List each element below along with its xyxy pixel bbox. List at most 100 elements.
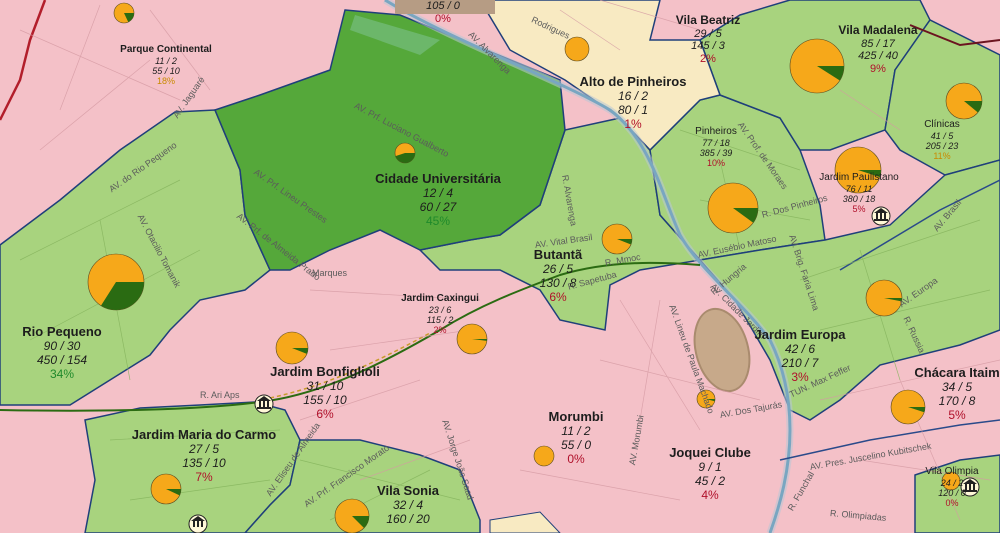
district-name: Jardim Bonfiglioli [270, 364, 380, 379]
pie-chart-jardim-bonfiglioli[interactable] [275, 331, 309, 365]
district-name: Chácara Itaim [914, 365, 1000, 380]
district-percent: 34% [49, 366, 75, 381]
district-name: Morumbi [548, 409, 604, 424]
district-value-1: 42 / 6 [784, 341, 816, 356]
district-label[interactable]: Cidade Universitária 12 / 4 60 / 27 45% [375, 171, 501, 228]
street-label: R. Ari Aps [200, 390, 240, 400]
district-name: Jardim Europa [754, 327, 846, 342]
district-label[interactable]: Butantã 26 / 5 130 / 8 6% [533, 247, 583, 304]
district-label[interactable]: 105 / 0 0% [426, 0, 460, 25]
district-name: Alto de Pinheiros [579, 74, 687, 89]
district-value-1: 77 / 18 [702, 137, 730, 148]
district-label[interactable]: Jardim Caxingui 23 / 6 115 / 2 2% [401, 293, 479, 336]
district-percent: 9% [870, 63, 886, 76]
district-label[interactable]: Vila Sonia 32 / 4 160 / 20 [377, 483, 439, 527]
district-value-1: 11 / 2 [561, 423, 591, 438]
district-name: Vila Madalena [838, 23, 918, 37]
district-label[interactable]: Pinheiros 77 / 18 385 / 39 10% [695, 126, 737, 169]
pie-chart-butanta[interactable] [601, 223, 633, 255]
district-label[interactable]: Vila Beatriz 29 / 5 145 / 3 2% [676, 13, 740, 66]
district-name: Clínicas [924, 119, 960, 130]
district-value-1: 11 / 2 [155, 55, 177, 66]
district-value-2: 80 / 1 [617, 102, 649, 117]
district-value-2: 55 / 10 [152, 65, 180, 76]
pie-chart-vila-madalena[interactable] [789, 38, 845, 94]
district-label[interactable]: Parque Continental 11 / 2 55 / 10 18% [120, 44, 212, 87]
district-label[interactable]: Vila Madalena 85 / 17 425 / 40 9% [838, 23, 918, 76]
district-percent: 2% [700, 53, 716, 66]
district-percent: 0% [435, 12, 451, 25]
district-label[interactable]: Morumbi 11 / 2 55 / 0 0% [548, 409, 604, 466]
district-percent: 0% [945, 498, 959, 509]
district-label[interactable]: Vila Olimpia 24 / 2 120 / 0 0% [925, 466, 978, 509]
district-value-1: 41 / 5 [930, 130, 954, 141]
district-value-2: 450 / 154 [36, 352, 88, 367]
pie-chart-pinheiros[interactable] [707, 182, 759, 234]
district-value-1: 90 / 30 [43, 338, 81, 353]
district-label[interactable]: Clínicas 41 / 5 205 / 23 11% [924, 119, 960, 162]
district-value-2: 120 / 0 [938, 487, 966, 498]
city-boundary [0, 0, 47, 121]
district-value-1: 32 / 4 [392, 497, 424, 512]
map-canvas[interactable]: AV. Jaguaré AV. Alvarenga Rodrigues AV. … [0, 0, 1000, 533]
district-name: Parque Continental [120, 44, 212, 55]
pie-chart-cidade-universitaria[interactable] [394, 142, 416, 164]
district-name: Jardim Caxingui [401, 293, 479, 304]
district-label[interactable]: Jardim Bonfiglioli 31 / 10 155 / 10 6% [270, 364, 380, 421]
district-value-1: 105 / 0 [426, 0, 460, 12]
district-name: Cidade Universitária [375, 171, 501, 186]
district-value-1: 26 / 5 [542, 261, 574, 276]
pie-chart-vila-sonia[interactable] [334, 498, 370, 533]
district-name: Pinheiros [695, 126, 737, 137]
district-label[interactable]: Jardim Maria do Carmo 27 / 5 135 / 10 7% [131, 427, 277, 484]
district-label[interactable]: Joquei Clube 9 / 1 45 / 2 4% [669, 445, 751, 502]
pie-chart-rio-pequeno[interactable] [87, 253, 145, 311]
district-value-1: 24 / 2 [940, 477, 964, 488]
district-value-2: 170 / 8 [938, 393, 976, 408]
district-name: Vila Olimpia [925, 466, 979, 477]
street-label: Marques [312, 268, 348, 278]
district-label[interactable]: Rio Pequeno 90 / 30 450 / 154 34% [22, 324, 101, 381]
district-percent: 5% [852, 204, 866, 215]
district-value-1: 76 / 11 [845, 183, 873, 194]
district-value-2: 55 / 0 [560, 437, 592, 452]
district-value-2: 130 / 8 [539, 275, 577, 290]
district-percent: 4% [701, 487, 719, 502]
district-name: Joquei Clube [669, 445, 751, 460]
district-name: Jardim Paulistano [819, 172, 899, 183]
pie-chart-parque-continental[interactable] [113, 2, 135, 24]
district-value-1: 27 / 5 [188, 441, 220, 456]
district-value-1: 23 / 6 [428, 304, 452, 315]
district-value-1: 34 / 5 [941, 379, 973, 394]
district-value-2: 210 / 7 [781, 355, 819, 370]
district-value-2: 135 / 10 [182, 455, 226, 470]
district-percent: 1% [624, 116, 642, 131]
district-value-1: 31 / 10 [306, 378, 344, 393]
district-percent: 45% [425, 213, 451, 228]
district-percent: 5% [948, 407, 966, 422]
district-name: Vila Sonia [377, 483, 439, 498]
district-value-2: 205 / 23 [925, 140, 959, 151]
district-name: Butantã [533, 247, 583, 262]
district-name: Jardim Maria do Carmo [131, 427, 277, 442]
pie-chart-jardim-europa[interactable] [865, 279, 903, 317]
district-value-1: 29 / 5 [694, 27, 722, 40]
pie-chart-clinicas[interactable] [945, 82, 983, 120]
district-percent: 6% [316, 406, 334, 421]
district-value-1: 16 / 2 [617, 88, 649, 103]
district-value-2: 380 / 18 [842, 193, 876, 204]
district-percent: 0% [567, 451, 585, 466]
district-percent: 7% [195, 469, 213, 484]
district-value-2: 160 / 20 [386, 511, 430, 526]
district-label[interactable]: Jardim Europa 42 / 6 210 / 7 3% [754, 327, 846, 384]
district-value-1: 9 / 1 [698, 459, 722, 474]
pie-chart-alto-de-pinheiros[interactable] [564, 36, 590, 62]
district-percent: 2% [433, 325, 447, 336]
district-percent: 6% [549, 289, 567, 304]
district-label[interactable]: Alto de Pinheiros 16 / 2 80 / 1 1% [579, 74, 687, 131]
district-label[interactable]: Jardim Paulistano 76 / 11 380 / 18 5% [819, 172, 898, 215]
district-label[interactable]: Chácara Itaim 34 / 5 170 / 8 5% [914, 365, 1000, 422]
museum-icon[interactable] [188, 514, 208, 533]
district-value-2: 155 / 10 [303, 392, 347, 407]
district-value-1: 12 / 4 [422, 185, 454, 200]
